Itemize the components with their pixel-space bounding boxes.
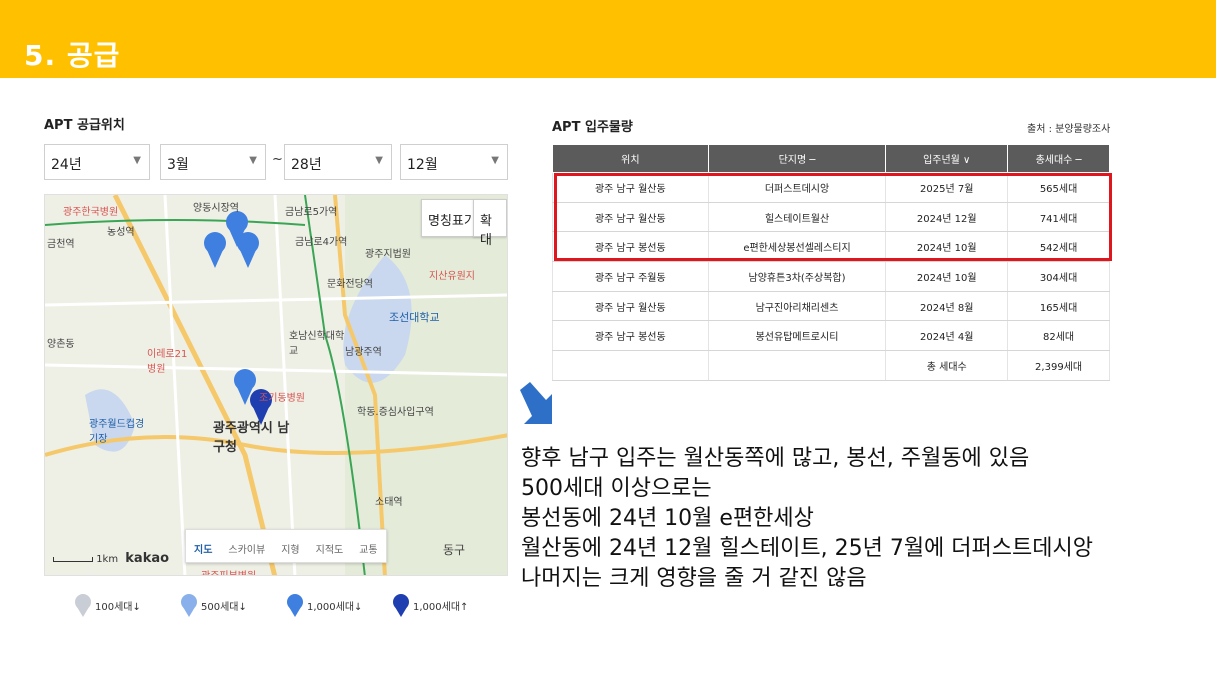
map-label: 양촌동	[47, 339, 75, 350]
chevron-down-icon: ▼	[375, 155, 383, 166]
table-row: 광주 남구 봉선동 봉선유탑메트로시티 2024년 4월 82세대	[552, 320, 1110, 352]
legend-item: 100세대↓	[74, 590, 141, 620]
note-line: 500세대 이상으로는	[521, 476, 712, 501]
map-legend: 100세대↓ 500세대↓ 1,000세대↓ 1,000세대↑	[74, 590, 514, 620]
map-label: 남광주역	[345, 347, 382, 358]
highlight-box	[554, 173, 1112, 261]
cell-move-in-date: 2024년 8월	[885, 291, 1009, 322]
tab-cadastral[interactable]: 지적도	[308, 530, 352, 562]
cell-location: 광주 남구 월산동	[552, 291, 709, 322]
note-line: 봉선동에 24년 10월 e편한세상	[521, 506, 814, 531]
map-label: 양동시장역	[193, 203, 239, 214]
map-scale: 1km kakao	[53, 551, 169, 566]
map-label: 광주광역시 남구청	[213, 421, 290, 455]
cell-complex-name: 남양휴튼3차(주상복합)	[707, 261, 887, 292]
move-in-volume-title: APT 입주물량	[552, 120, 633, 135]
map-label: 이레로21병원	[147, 349, 188, 375]
cell-households: 304세대	[1007, 261, 1110, 292]
pin-icon	[75, 594, 91, 617]
map-label: 금남로5가역	[285, 207, 338, 218]
map-label: 금남로4가역	[295, 237, 348, 248]
map-label: 금천역	[47, 239, 75, 250]
end-month-value: 12월	[407, 157, 438, 173]
range-separator: ~	[272, 152, 283, 167]
supply-location-title: APT 공급위치	[44, 118, 125, 133]
table-row: 광주 남구 월산동 남구진아리채리센츠 2024년 8월 165세대	[552, 291, 1110, 322]
map-label: 광주피부병원	[201, 567, 256, 575]
column-total-households[interactable]: 총세대수 ─	[1007, 144, 1110, 173]
pin-icon	[287, 594, 303, 617]
column-move-in-date[interactable]: 입주년월 ∨	[885, 144, 1009, 173]
map-label: 농성역	[107, 227, 135, 238]
cell-empty	[552, 350, 709, 381]
map-label: 호남신학대학교	[289, 331, 345, 357]
tab-traffic[interactable]: 교통	[351, 530, 385, 562]
start-month-select[interactable]: 3월 ▼	[160, 144, 266, 180]
table-header-row: 위치 단지명 ─ 입주년월 ∨ 총세대수 ─	[552, 144, 1110, 173]
end-year-select[interactable]: 28년 ▼	[284, 144, 392, 180]
source-note: 출처 : 분양물량조사	[1027, 124, 1111, 135]
cell-complex-name: 남구진아리채리센츠	[707, 291, 887, 322]
cell-location: 광주 남구 봉선동	[552, 320, 709, 352]
map-label: 문화전당역	[327, 279, 373, 290]
end-month-select[interactable]: 12월 ▼	[400, 144, 508, 180]
map-label: 광주한국병원	[63, 207, 119, 218]
map-label: 조기동병원	[259, 393, 305, 404]
cell-empty	[707, 350, 887, 381]
map-label: 조선대학교	[389, 311, 440, 324]
legend-label: 500세대↓	[201, 601, 247, 613]
map-type-tabs: 지도 스카이뷰 지형 지적도 교통	[185, 529, 387, 563]
slide-title: 5. 공급	[24, 39, 121, 72]
zoom-button[interactable]: 확대	[473, 199, 507, 248]
cell-total-label: 총 세대수	[885, 350, 1009, 381]
pin-icon	[181, 594, 197, 617]
chevron-down-icon: ▼	[133, 155, 141, 166]
cell-total-value: 2,399세대	[1007, 350, 1110, 381]
cell-complex-name: 봉선유탑메트로시티	[707, 320, 887, 352]
legend-item: 1,000세대↑	[392, 590, 468, 620]
map-label: 학동.증심사입구역	[357, 407, 434, 418]
supply-map[interactable]: 광주한국병원 양동시장역 금남로5가역 금남로4가역 문화전당역 광주지법원 지…	[44, 194, 508, 576]
map-label: 소태역	[375, 497, 403, 508]
tab-skyview[interactable]: 스카이뷰	[220, 530, 273, 562]
legend-label: 100세대↓	[95, 601, 141, 613]
cell-move-in-date: 2024년 10월	[885, 261, 1009, 292]
map-background	[45, 195, 507, 575]
chevron-down-icon: ▼	[491, 155, 499, 166]
start-year-value: 24년	[51, 157, 82, 173]
map-label: 광주월드컵경기장	[89, 419, 145, 445]
table-total-row: 총 세대수 2,399세대	[552, 350, 1110, 381]
legend-item: 500세대↓	[180, 590, 247, 620]
pin-icon	[393, 594, 409, 617]
map-label: 지산유원지	[429, 271, 475, 282]
scale-label: 1km	[96, 554, 119, 565]
table-row: 광주 남구 주월동 남양휴튼3차(주상복합) 2024년 10월 304세대	[552, 261, 1110, 292]
cell-households: 82세대	[1007, 320, 1110, 352]
chevron-down-icon: ▼	[249, 155, 257, 166]
start-month-value: 3월	[167, 157, 189, 173]
cell-households: 165세대	[1007, 291, 1110, 322]
map-label: 광주지법원	[365, 249, 411, 260]
column-location[interactable]: 위치	[552, 144, 709, 173]
cell-move-in-date: 2024년 4월	[885, 320, 1009, 352]
legend-label: 1,000세대↑	[413, 601, 469, 613]
tab-terrain[interactable]: 지형	[273, 530, 307, 562]
legend-item: 1,000세대↓	[286, 590, 362, 620]
arrow-down-right-icon	[520, 382, 552, 424]
column-complex-name[interactable]: 단지명 ─	[707, 144, 887, 173]
legend-label: 1,000세대↓	[307, 601, 363, 613]
note-line: 향후 남구 입주는 월산동쪽에 많고, 봉선, 주월동에 있음	[521, 446, 1030, 471]
scale-bar	[53, 556, 93, 562]
note-line: 나머지는 크게 영향을 줄 거 같진 않음	[521, 566, 867, 591]
start-year-select[interactable]: 24년 ▼	[44, 144, 150, 180]
tab-map[interactable]: 지도	[186, 530, 220, 562]
kakao-logo: kakao	[125, 551, 170, 566]
end-year-value: 28년	[291, 157, 322, 173]
cell-location: 광주 남구 주월동	[552, 261, 709, 292]
note-line: 월산동에 24년 12월 힐스테이트, 25년 7월에 더퍼스트데시앙	[521, 536, 1093, 561]
header-bar: 5. 공급	[0, 0, 1216, 78]
analysis-notes: 향후 남구 입주는 월산동쪽에 많고, 봉선, 주월동에 있음 500세대 이상…	[521, 444, 1093, 594]
map-label: 동구	[443, 543, 466, 557]
